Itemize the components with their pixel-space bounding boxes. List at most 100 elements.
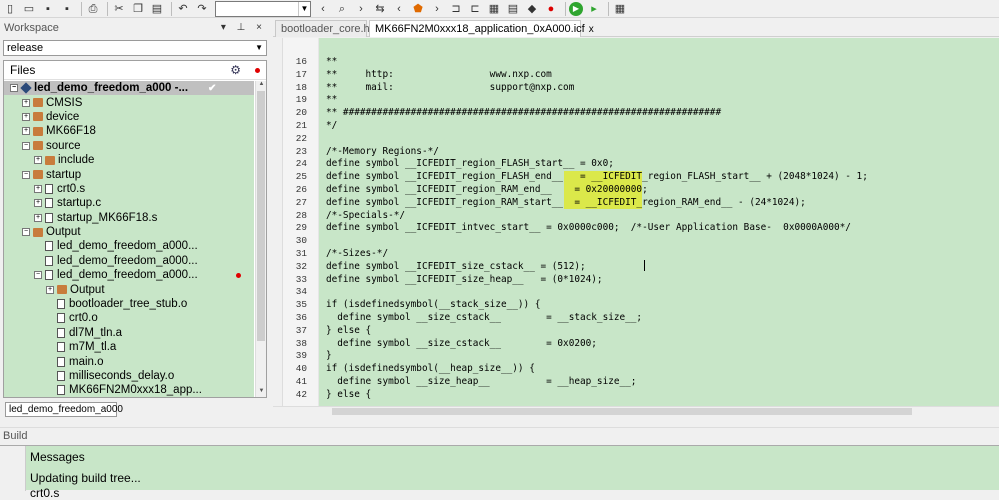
- breakpoint-icon[interactable]: ●: [543, 2, 559, 16]
- code-text: } else {: [326, 324, 372, 336]
- tree-file-item[interactable]: + startup.c: [4, 196, 254, 210]
- tree-file-item[interactable]: crt0.o: [4, 311, 254, 325]
- expander-icon[interactable]: +: [34, 184, 42, 193]
- files-header: Files ⚙: [4, 61, 266, 80]
- tree-folder-item[interactable]: + device: [4, 110, 254, 124]
- workspace-tab[interactable]: led_demo_freedom_a000: [5, 402, 123, 417]
- file-icon: [45, 255, 53, 266]
- panel-splitter[interactable]: [0, 420, 999, 427]
- code-text: define symbol __ICFEDIT_size_cstack__ = …: [326, 260, 586, 272]
- expander-icon[interactable]: −: [22, 228, 30, 237]
- file-icon: [45, 241, 53, 252]
- line-number: 27: [295, 196, 307, 208]
- search-icon[interactable]: ⌕: [334, 2, 350, 16]
- tree-file-item[interactable]: m7M_tl.a: [4, 340, 254, 354]
- folder-icon: [33, 170, 43, 180]
- tree-folder-item[interactable]: − source: [4, 139, 254, 153]
- expander-icon[interactable]: +: [34, 213, 42, 222]
- scrollbar-thumb[interactable]: [257, 91, 265, 341]
- new-file-icon[interactable]: ▯: [2, 2, 18, 16]
- tree-project-item[interactable]: − led_demo_freedom_a000 -... ✔: [4, 81, 254, 96]
- tree-folder-item[interactable]: + include: [4, 153, 254, 167]
- scroll-up-icon[interactable]: ▲: [257, 81, 266, 90]
- back-icon[interactable]: ‹: [315, 2, 331, 16]
- open-icon[interactable]: ▭: [21, 2, 37, 16]
- navigate-icon[interactable]: ⇆: [372, 2, 388, 16]
- tree-folder-item[interactable]: + MK66F18: [4, 124, 254, 138]
- tab-application-icf[interactable]: MK66FN2M0xxx18_application_0xA000.icf x: [369, 20, 594, 37]
- code-editor[interactable]: 16 ** 17 ** http: www.nxp.com 18 ** mail: sup…: [273, 38, 999, 406]
- expander-icon[interactable]: −: [22, 141, 30, 150]
- expander-icon[interactable]: +: [22, 127, 30, 136]
- forward-icon[interactable]: ›: [353, 2, 369, 16]
- debug-no-download-icon[interactable]: ▸: [586, 2, 602, 16]
- code-area[interactable]: 16 ** 17 ** http: www.nxp.com 18 ** mail: sup…: [296, 38, 999, 406]
- chevron-down-icon[interactable]: ▼: [298, 1, 310, 16]
- close-icon[interactable]: x: [589, 24, 594, 35]
- tree-file-item[interactable]: bootloader_tree_stub.o: [4, 297, 254, 311]
- expander-icon[interactable]: +: [22, 112, 30, 121]
- compile-icon[interactable]: ▦: [486, 2, 502, 16]
- tree-file-item[interactable]: + crt0.s: [4, 182, 254, 196]
- tree-file-item[interactable]: dl7M_tln.a: [4, 326, 254, 340]
- expander-icon[interactable]: +: [46, 285, 54, 294]
- print-icon[interactable]: ⎙: [85, 2, 101, 16]
- line-number: 32: [295, 260, 307, 272]
- main-toolbar: ▯ ▭ ▪ ▪ ⎙ ✂ ❐ ▤ ↶ ↷ ▼ ‹ ⌕ › ⇆ ‹ ⬟ › ⊐ ⊏ …: [0, 0, 999, 18]
- scrollbar-thumb[interactable]: [332, 408, 912, 415]
- stop-build-icon[interactable]: ◆: [524, 2, 540, 16]
- tree-file-item[interactable]: led_demo_freedom_a000...: [4, 239, 254, 253]
- tree-folder-item[interactable]: − Output: [4, 225, 254, 239]
- line-number: 33: [295, 273, 307, 285]
- save-icon[interactable]: ▪: [40, 2, 56, 16]
- tree-item-label: startup.c: [57, 197, 102, 210]
- tree-file-item[interactable]: milliseconds_delay.o: [4, 369, 254, 383]
- redo-icon[interactable]: ↷: [194, 2, 210, 16]
- tree-folder-item[interactable]: + CMSIS: [4, 95, 254, 109]
- undo-icon[interactable]: ↶: [175, 2, 191, 16]
- tree-folder-item[interactable]: − startup: [4, 167, 254, 181]
- tree-item-label: bootloader_tree_stub.o: [69, 298, 188, 311]
- build-message: crt0.s: [30, 486, 60, 500]
- editor-hscrollbar[interactable]: [273, 406, 999, 416]
- copy-icon[interactable]: ❐: [130, 2, 146, 16]
- tree-file-item[interactable]: − led_demo_freedom_a000...: [4, 268, 254, 282]
- download-debug-icon[interactable]: ▶: [569, 1, 583, 16]
- bookmark-prev-icon[interactable]: ‹: [391, 2, 407, 16]
- make-icon[interactable]: ▤: [505, 2, 521, 16]
- find-combo[interactable]: ▼: [215, 0, 311, 17]
- toolbar-divider: [171, 1, 172, 16]
- tree-scrollbar[interactable]: ▲ ▼: [255, 81, 266, 397]
- bookmark-toggle-icon[interactable]: ⊏: [467, 2, 483, 16]
- tree-file-item[interactable]: + startup_MK66F18.s: [4, 211, 254, 225]
- expander-icon[interactable]: −: [34, 271, 42, 280]
- tree-folder-item[interactable]: + Output: [4, 282, 254, 296]
- line-number: 34: [295, 286, 307, 298]
- expander-icon[interactable]: +: [22, 98, 30, 107]
- file-icon: [57, 313, 65, 324]
- save-all-icon[interactable]: ▪: [59, 2, 75, 16]
- tree-file-item[interactable]: main.o: [4, 354, 254, 368]
- expander-icon[interactable]: +: [34, 156, 42, 165]
- gear-icon[interactable]: ⚙: [230, 63, 241, 77]
- bookmark-next-icon[interactable]: ›: [429, 2, 445, 16]
- tree-file-item[interactable]: led_demo_freedom_a000...: [4, 254, 254, 268]
- configuration-select[interactable]: release ▼: [3, 40, 267, 56]
- shield-icon[interactable]: ⬟: [410, 2, 426, 16]
- cut-icon[interactable]: ✂: [111, 2, 127, 16]
- file-icon: [45, 212, 53, 223]
- line-number: 25: [295, 171, 307, 183]
- layout-icon[interactable]: ▦: [612, 2, 628, 16]
- expander-icon[interactable]: −: [10, 84, 18, 93]
- tree-file-item[interactable]: MK66FN2M0xxx18_app...: [4, 383, 254, 397]
- panel-controls[interactable]: ▾ ⊥ ×: [221, 22, 266, 33]
- bookmark-icon[interactable]: ⊐: [448, 2, 464, 16]
- expander-icon[interactable]: −: [22, 170, 30, 179]
- scroll-down-icon[interactable]: ▼: [257, 388, 266, 397]
- file-icon: [57, 371, 65, 381]
- tab-bootloader-core[interactable]: bootloader_core.h: [275, 20, 370, 37]
- paste-icon[interactable]: ▤: [149, 2, 165, 16]
- folder-icon: [45, 155, 55, 165]
- expander-icon[interactable]: +: [34, 199, 42, 208]
- chevron-down-icon[interactable]: ▼: [255, 41, 263, 55]
